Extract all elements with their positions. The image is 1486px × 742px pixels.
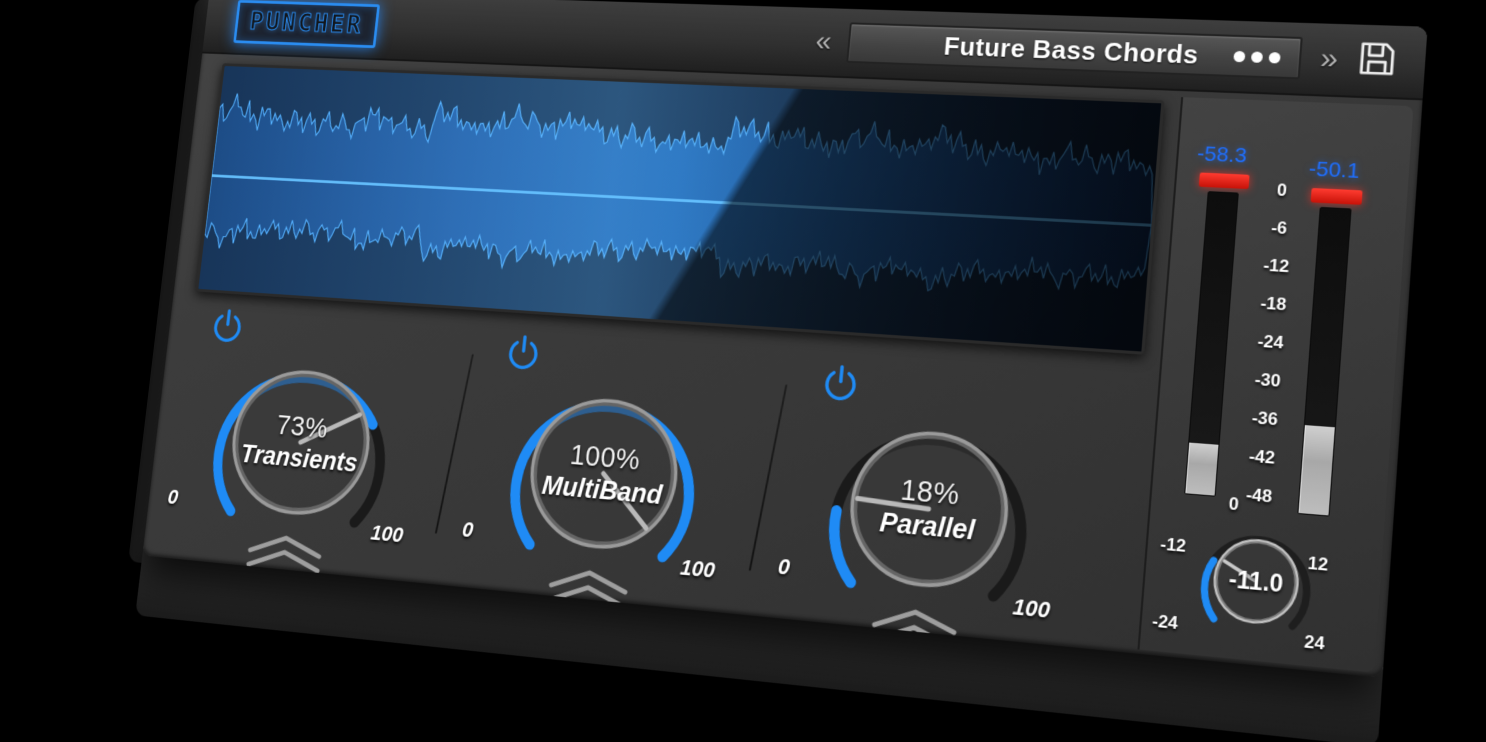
knob-dial-multiband (487, 358, 722, 592)
knob-dial-parallel (805, 389, 1054, 633)
knob-multiband: 100% MultiBand 0 100 (460, 330, 762, 614)
meter-tick: -18 (1259, 293, 1288, 315)
preset-name: Future Bass Chords (942, 30, 1200, 70)
knob-transients: 73% Transients 0 100 (165, 304, 451, 577)
meter-tick: -30 (1254, 369, 1282, 391)
preset-display[interactable]: Future Bass Chords (846, 22, 1304, 80)
clip-indicator-right[interactable] (1310, 187, 1363, 205)
output-tick-24: 24 (1303, 631, 1326, 654)
meter-tick: -36 (1251, 407, 1279, 430)
output-gain-knob[interactable]: -11.0 0 -12 12 -24 24 (1151, 494, 1362, 672)
meter-right-value: -50.1 (1307, 157, 1361, 184)
meter-left (1184, 191, 1239, 497)
knob-max-label: 100 (679, 554, 717, 583)
plugin-chassis: PUNCHER « Future Bass Chords » 73% Trans… (128, 0, 1428, 742)
chevron-double-up-icon[interactable] (241, 531, 328, 575)
section-divider (748, 384, 788, 571)
meter-tick: -6 (1270, 217, 1288, 239)
output-tick-0: 0 (1228, 493, 1240, 515)
output-tick-minus12: -12 (1159, 534, 1187, 557)
meter-tick: -42 (1248, 446, 1276, 468)
clip-indicator-left[interactable] (1198, 172, 1250, 190)
chevron-double-right-icon[interactable]: » (1319, 42, 1339, 76)
plugin-screenshot: PUNCHER « Future Bass Chords » 73% Trans… (0, 0, 1486, 742)
app-logo: PUNCHER (233, 0, 380, 49)
knob-min-label: 0 (166, 484, 180, 509)
meter-tick: -48 (1245, 484, 1273, 507)
three-dots-icon[interactable] (1233, 50, 1282, 64)
knob-value: 18% (899, 473, 961, 512)
output-tick-minus24: -24 (1151, 610, 1179, 634)
meter-tick: 0 (1276, 180, 1288, 201)
meter-right (1297, 206, 1352, 517)
knob-parallel: 18% Parallel 0 100 (776, 360, 1097, 656)
floppy-disk-save-icon[interactable] (1355, 38, 1398, 83)
output-tick-12: 12 (1307, 553, 1329, 575)
knob-label: Parallel (878, 506, 977, 546)
chevron-double-left-icon[interactable]: « (814, 25, 833, 57)
preset-browser: « Future Bass Chords » (814, 21, 1399, 84)
knob-min-label: 0 (776, 553, 792, 580)
knob-max-label: 100 (1011, 593, 1052, 623)
meter-tick: -12 (1262, 255, 1290, 277)
meter-panel: -58.3 -50.1 0 -6 -12 -18 -24 -30 -36 -42 -48 (1137, 97, 1414, 673)
output-gain-value: -11.0 (1227, 564, 1285, 597)
knob-max-label: 100 (369, 520, 405, 548)
waveform-canvas (198, 65, 1162, 352)
output-knob-dial (1189, 514, 1324, 649)
knob-min-label: 0 (461, 516, 475, 543)
power-icon[interactable] (818, 361, 862, 406)
meter-left-value: -58.3 (1196, 142, 1248, 168)
meter-tick: -24 (1256, 331, 1285, 353)
meter-scale: 0 -6 -12 -18 -24 -30 -36 -42 -48 (1229, 180, 1312, 511)
